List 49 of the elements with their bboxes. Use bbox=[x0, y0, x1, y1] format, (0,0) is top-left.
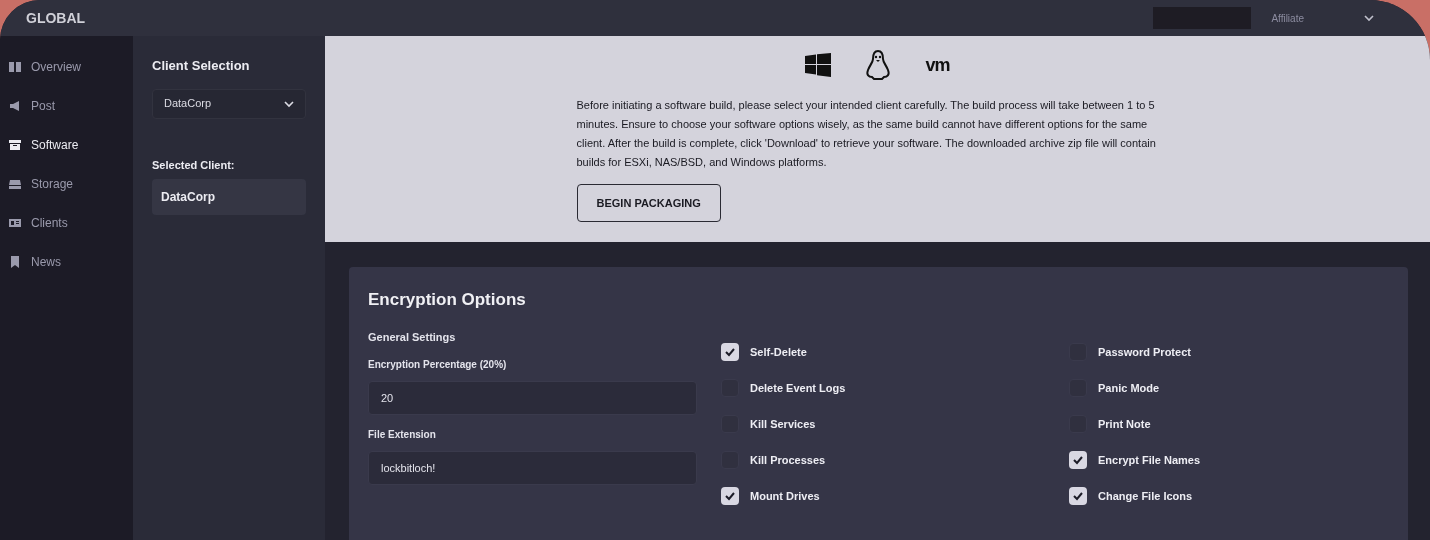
field-label: Selected Client: bbox=[152, 157, 236, 173]
section-title: Encryption Options bbox=[368, 289, 527, 311]
checkmark-icon bbox=[1072, 454, 1084, 466]
client-dropdown[interactable]: DataCorp bbox=[152, 88, 306, 119]
begin-packaging-button[interactable]: BEGIN PACKAGING bbox=[576, 184, 721, 222]
nav-item[interactable]: Software bbox=[9, 136, 133, 154]
checkbox[interactable] bbox=[1069, 487, 1087, 505]
option-label: Mount Drives bbox=[750, 488, 820, 504]
chevron-down-icon bbox=[1364, 14, 1374, 22]
checkbox[interactable] bbox=[721, 487, 739, 505]
nav-item[interactable]: Overview bbox=[9, 58, 133, 76]
option-label: Password Protect bbox=[1098, 344, 1191, 360]
megaphone-icon bbox=[9, 100, 21, 112]
checkmark-icon bbox=[724, 490, 736, 502]
checkbox[interactable] bbox=[1069, 451, 1087, 469]
checkbox[interactable] bbox=[721, 343, 739, 361]
field-label: Encryption Percentage (20%) bbox=[368, 358, 508, 372]
nav-item[interactable]: Storage bbox=[9, 175, 133, 193]
columns-icon bbox=[9, 61, 21, 73]
id-card-icon bbox=[9, 217, 21, 229]
input-field[interactable]: 20 bbox=[368, 381, 697, 415]
build-instructions: Before initiating a software build, please select your intended client carefully. The build process will take between 1 to 5 minutes. Ensure to choose your software options wisely, as the same build cannot have different options for the same client. After the build is complete, click 'Download' to retrieve your software. The downloaded archive zip file will contain builds for ESXi, NAS/BSD, and Windows platforms. bbox=[576, 98, 1157, 170]
option-label: Panic Mode bbox=[1098, 380, 1160, 396]
option-label: Kill Processes bbox=[750, 452, 826, 468]
option-label: Encrypt File Names bbox=[1098, 452, 1201, 468]
windows-logo-icon bbox=[805, 53, 832, 77]
penguin-icon bbox=[865, 50, 892, 80]
nav-item[interactable]: Clients bbox=[9, 214, 133, 232]
nav-item[interactable]: News bbox=[9, 253, 133, 271]
option-label: Print Note bbox=[1098, 416, 1151, 432]
nav-item[interactable]: Post bbox=[9, 97, 133, 115]
app-title: GLOBAL bbox=[26, 8, 86, 28]
checkmark-icon bbox=[1072, 490, 1084, 502]
checkmark-icon bbox=[724, 346, 736, 358]
chevron-down-icon bbox=[284, 99, 294, 108]
drive-icon bbox=[9, 178, 21, 190]
option-label: Self-Delete bbox=[750, 344, 807, 360]
bookmark-icon bbox=[9, 256, 21, 268]
field-label: File Extension bbox=[368, 428, 437, 442]
section-subtitle: General Settings bbox=[368, 329, 457, 345]
selected-client: DataCorp bbox=[152, 179, 306, 215]
input-field[interactable]: lockbitloch! bbox=[368, 451, 697, 485]
panel-title: Client Selection bbox=[152, 57, 251, 75]
option-label: Change File Icons bbox=[1098, 488, 1193, 504]
vm-label: vm bbox=[925, 53, 950, 77]
account-dropdown[interactable]: Affiliate bbox=[1271, 10, 1404, 26]
option-label: Delete Event Logs bbox=[750, 380, 846, 396]
option-label: Kill Services bbox=[750, 416, 816, 432]
archive-icon bbox=[9, 139, 21, 151]
